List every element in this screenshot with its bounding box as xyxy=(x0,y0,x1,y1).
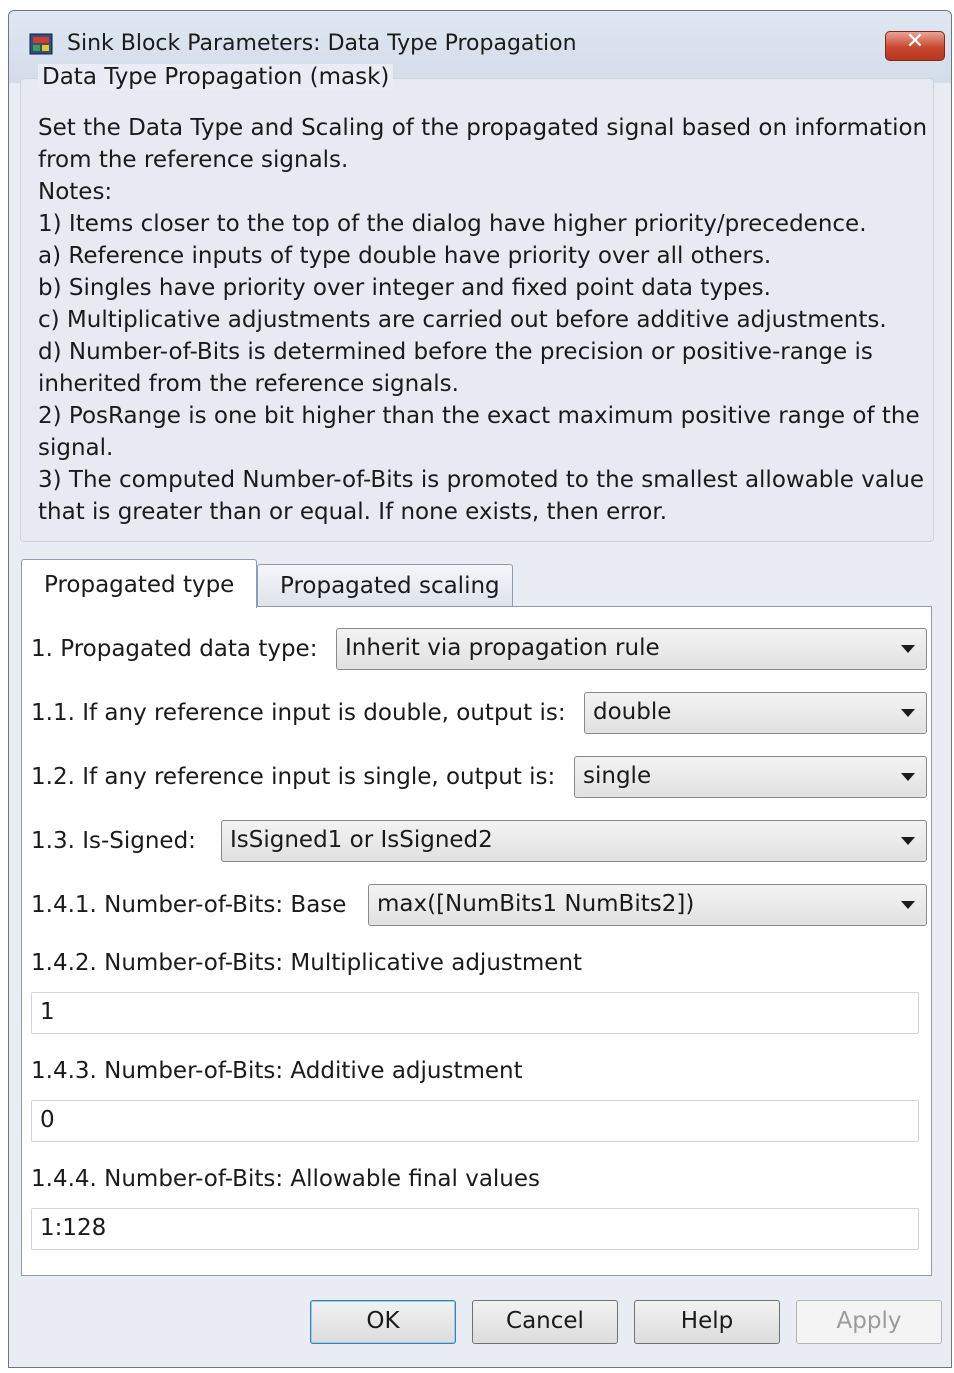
simulink-icon xyxy=(29,33,53,55)
is-signed-dropdown[interactable]: IsSigned1 or IsSigned2 xyxy=(221,820,927,862)
numbits-base-label: 1.4.1. Number-of-Bits: Base xyxy=(31,892,347,918)
propagated-data-type-dropdown[interactable]: Inherit via propagation rule xyxy=(336,628,927,670)
tab-propagated-scaling[interactable]: Propagated scaling xyxy=(257,564,513,608)
description-line: d) Number-of-Bits is determined before t… xyxy=(38,339,873,365)
is-signed-value: IsSigned1 or IsSigned2 xyxy=(230,827,493,853)
numbits-add-field[interactable]: 0 xyxy=(31,1100,919,1142)
description-line: 2) PosRange is one bit higher than the e… xyxy=(38,403,920,429)
cancel-button[interactable]: Cancel xyxy=(472,1300,618,1344)
tab-propagated-type[interactable]: Propagated type xyxy=(21,559,257,608)
numbits-allowable-label: 1.4.4. Number-of-Bits: Allowable final v… xyxy=(31,1166,541,1192)
numbits-add-value: 0 xyxy=(40,1107,55,1133)
if-single-label: 1.2. If any reference input is single, o… xyxy=(31,764,556,790)
numbits-add-label: 1.4.3. Number-of-Bits: Additive adjustme… xyxy=(31,1058,523,1084)
chevron-down-icon xyxy=(901,709,915,717)
description-line: inherited from the reference signals. xyxy=(38,371,459,397)
description-line: c) Multiplicative adjustments are carrie… xyxy=(38,307,887,333)
chevron-down-icon xyxy=(901,901,915,909)
chevron-down-icon xyxy=(901,773,915,781)
numbits-allowable-value: 1:128 xyxy=(40,1215,107,1241)
numbits-mult-label: 1.4.2. Number-of-Bits: Multiplicative ad… xyxy=(31,950,583,976)
numbits-mult-value: 1 xyxy=(40,999,55,1025)
help-button[interactable]: Help xyxy=(634,1300,780,1344)
close-button[interactable]: ✕ xyxy=(885,29,945,61)
numbits-base-dropdown[interactable]: max([NumBits1 NumBits2]) xyxy=(368,884,927,926)
if-single-value: single xyxy=(583,763,652,789)
description-line: a) Reference inputs of type double have … xyxy=(38,243,772,269)
description-line: from the reference signals. xyxy=(38,147,349,173)
description-line: Set the Data Type and Scaling of the pro… xyxy=(38,115,928,141)
if-single-dropdown[interactable]: single xyxy=(574,756,927,798)
description-line: b) Singles have priority over integer an… xyxy=(38,275,771,301)
mask-description: Set the Data Type and Scaling of the pro… xyxy=(38,112,938,528)
description-line: that is greater than or equal. If none e… xyxy=(38,499,668,525)
numbits-allowable-field[interactable]: 1:128 xyxy=(31,1208,919,1250)
numbits-base-value: max([NumBits1 NumBits2]) xyxy=(377,891,695,917)
numbits-mult-field[interactable]: 1 xyxy=(31,992,919,1034)
description-line: 1) Items closer to the top of the dialog… xyxy=(38,211,867,237)
apply-button[interactable]: Apply xyxy=(796,1300,942,1344)
propagated-data-type-value: Inherit via propagation rule xyxy=(345,635,660,661)
window-title: Sink Block Parameters: Data Type Propaga… xyxy=(67,31,577,56)
chevron-down-icon xyxy=(901,645,915,653)
close-icon: ✕ xyxy=(905,29,925,54)
description-line: 3) The computed Number-of-Bits is promot… xyxy=(38,467,925,493)
mask-group-title: Data Type Propagation (mask) xyxy=(38,64,394,90)
description-line: signal. xyxy=(38,435,114,461)
if-double-label: 1.1. If any reference input is double, o… xyxy=(31,700,566,726)
chevron-down-icon xyxy=(901,837,915,845)
is-signed-label: 1.3. Is-Signed: xyxy=(31,828,196,854)
if-double-value: double xyxy=(593,699,672,725)
description-line: Notes: xyxy=(38,179,113,205)
ok-button[interactable]: OK xyxy=(310,1300,456,1344)
propagated-data-type-label: 1. Propagated data type: xyxy=(31,636,318,662)
if-double-dropdown[interactable]: double xyxy=(584,692,927,734)
